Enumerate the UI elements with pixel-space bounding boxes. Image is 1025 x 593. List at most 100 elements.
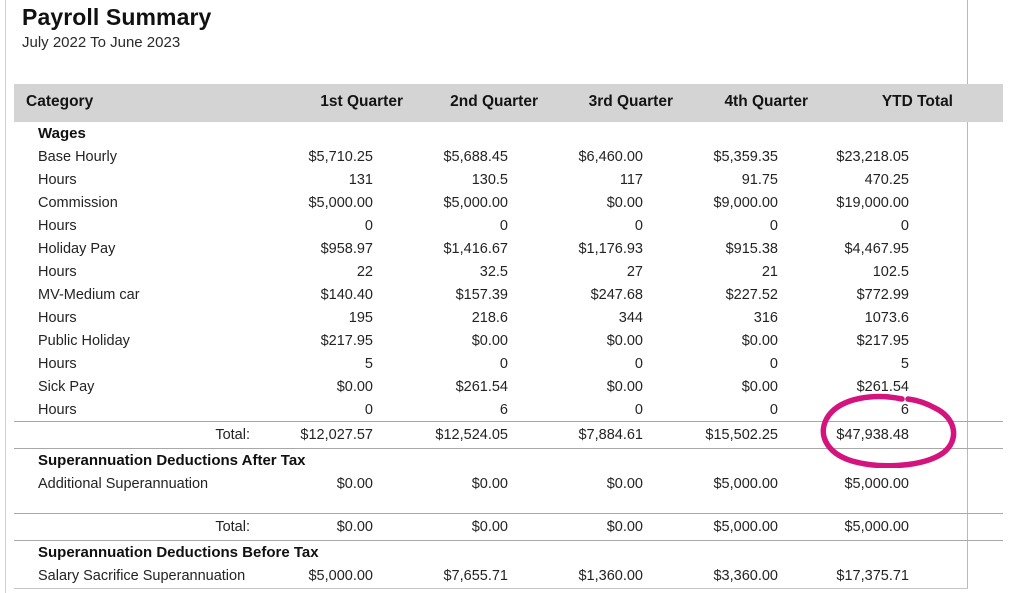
table-row: Public Holiday $217.95 $0.00 $0.00 $0.00 $217… [14,329,1003,352]
document-bottom-border [14,588,968,589]
table-row: Hours 5 0 0 0 5 [14,352,1003,375]
table-row: Salary Sacrifice Superannuation $5,000.00… [14,564,1003,587]
row-spacer-cell [953,214,1003,237]
cell-q4: $5,000.00 [713,475,778,492]
cell-ytd: $19,000.00 [836,194,909,211]
total-cell-q1: $12,027.57 [268,421,403,449]
row-spacer-cell [953,564,1003,587]
cell-q1: $0.00 [336,378,373,395]
spacer-cell [538,495,673,514]
row-spacer-cell [953,375,1003,398]
column-header-q2: 2nd Quarter [403,84,538,122]
empty-cell [808,449,953,473]
empty-cell [538,541,673,565]
column-header-q3: 3rd Quarter [538,84,673,122]
section-header-row: Wages [14,122,1003,145]
cell-q4: 21 [761,263,778,280]
cell-q2: $157.39 [455,286,508,303]
payroll-summary-table: Category 1st Quarter 2nd Quarter 3rd Qua… [14,84,1003,587]
cell-ytd: 5 [900,355,909,372]
report-date-range: July 2022 To June 2023 [22,34,181,51]
cell-ytd: $4,467.95 [844,240,909,257]
cell-ytd: 470.25 [864,171,909,188]
row-spacer-cell [953,329,1003,352]
table-row: Holiday Pay $958.97 $1,416.67 $1,176.93 $915… [14,237,1003,260]
table-row: Hours 195 218.6 344 316 1073.6 [14,306,1003,329]
row-label: Public Holiday [38,332,130,349]
empty-cell [268,122,403,145]
section-header-row: Superannuation Deductions After Tax [14,449,1003,473]
row-spacer-cell [953,260,1003,283]
cell-q1: $5,000.00 [308,194,373,211]
total-spacer-cell [953,513,1003,541]
cell-q2: $261.54 [455,378,508,395]
empty-cell [403,122,538,145]
section-header-row: Superannuation Deductions Before Tax [14,541,1003,565]
empty-cell [403,449,538,473]
table-row: Hours 0 6 0 0 6 [14,398,1003,422]
row-label: MV-Medium car [38,286,140,303]
cell-q3: 344 [618,309,643,326]
empty-cell [953,449,1003,473]
total-cell-ytd: $47,938.48 [808,421,953,449]
cell-q4: $3,360.00 [713,567,778,584]
payroll-table-container: Category 1st Quarter 2nd Quarter 3rd Qua… [14,84,1003,587]
table-header-row: Category 1st Quarter 2nd Quarter 3rd Qua… [14,84,1003,122]
cell-q4: $227.52 [725,286,778,303]
section-title: Wages [38,125,86,142]
table-row: Hours 0 0 0 0 0 [14,214,1003,237]
payroll-summary-page: Payroll Summary July 2022 To June 2023 C… [0,0,1025,593]
spacer-cell [808,495,953,514]
row-label: Hours [38,355,77,372]
cell-q1: $5,710.25 [308,148,373,165]
empty-cell [403,541,538,565]
total-cell-q3: $7,884.61 [538,421,673,449]
cell-q2: 130.5 [471,171,508,188]
row-spacer-cell [953,398,1003,422]
total-label: Total: [14,513,268,541]
cell-q1: $217.95 [320,332,373,349]
cell-q1: $0.00 [336,475,373,492]
cell-ytd: 1073.6 [864,309,909,326]
row-spacer-cell [953,352,1003,375]
section-title: Superannuation Deductions After Tax [38,452,306,469]
table-row: Hours 131 130.5 117 91.75 470.25 [14,168,1003,191]
cell-q2: $5,688.45 [443,148,508,165]
section-total-row: Total: $0.00 $0.00 $0.00 $5,000.00 $5,000.00 [14,513,1003,541]
row-label: Hours [38,263,77,280]
cell-q3: $0.00 [606,332,643,349]
table-row: MV-Medium car $140.40 $157.39 $247.68 $227.5… [14,283,1003,306]
cell-q1: 131 [348,171,373,188]
cell-q4: 0 [769,217,778,234]
row-label: Hours [38,401,77,418]
column-header-q1: 1st Quarter [268,84,403,122]
cell-q3: 0 [634,217,643,234]
cell-q3: $0.00 [606,194,643,211]
cell-ytd: 6 [900,401,909,418]
cell-q3: 117 [619,171,643,188]
row-label: Hours [38,217,77,234]
spacer-cell [673,495,808,514]
cell-ytd: $23,218.05 [836,148,909,165]
cell-q3: $6,460.00 [578,148,643,165]
empty-cell [673,122,808,145]
table-row: Sick Pay $0.00 $261.54 $0.00 $0.00 $261.54 [14,375,1003,398]
total-cell-q2: $0.00 [403,513,538,541]
empty-cell [808,122,953,145]
cell-q4: $915.38 [725,240,778,257]
cell-q3: 0 [634,401,643,418]
cell-ytd: $261.54 [856,378,909,395]
row-label: Hours [38,171,77,188]
cell-q3: $0.00 [606,378,643,395]
cell-q4: $0.00 [741,332,778,349]
section-total-row: Total: $12,027.57 $12,524.05 $7,884.61 $15,5… [14,421,1003,449]
spacer-cell [14,495,268,514]
table-row: Commission $5,000.00 $5,000.00 $0.00 $9,000.… [14,191,1003,214]
empty-cell [953,122,1003,145]
row-label: Sick Pay [38,378,95,395]
row-spacer-cell [953,283,1003,306]
cell-q2: 0 [499,217,508,234]
cell-q4: 0 [769,401,778,418]
page-left-edge-rule [5,0,6,593]
page-title: Payroll Summary [22,4,212,30]
